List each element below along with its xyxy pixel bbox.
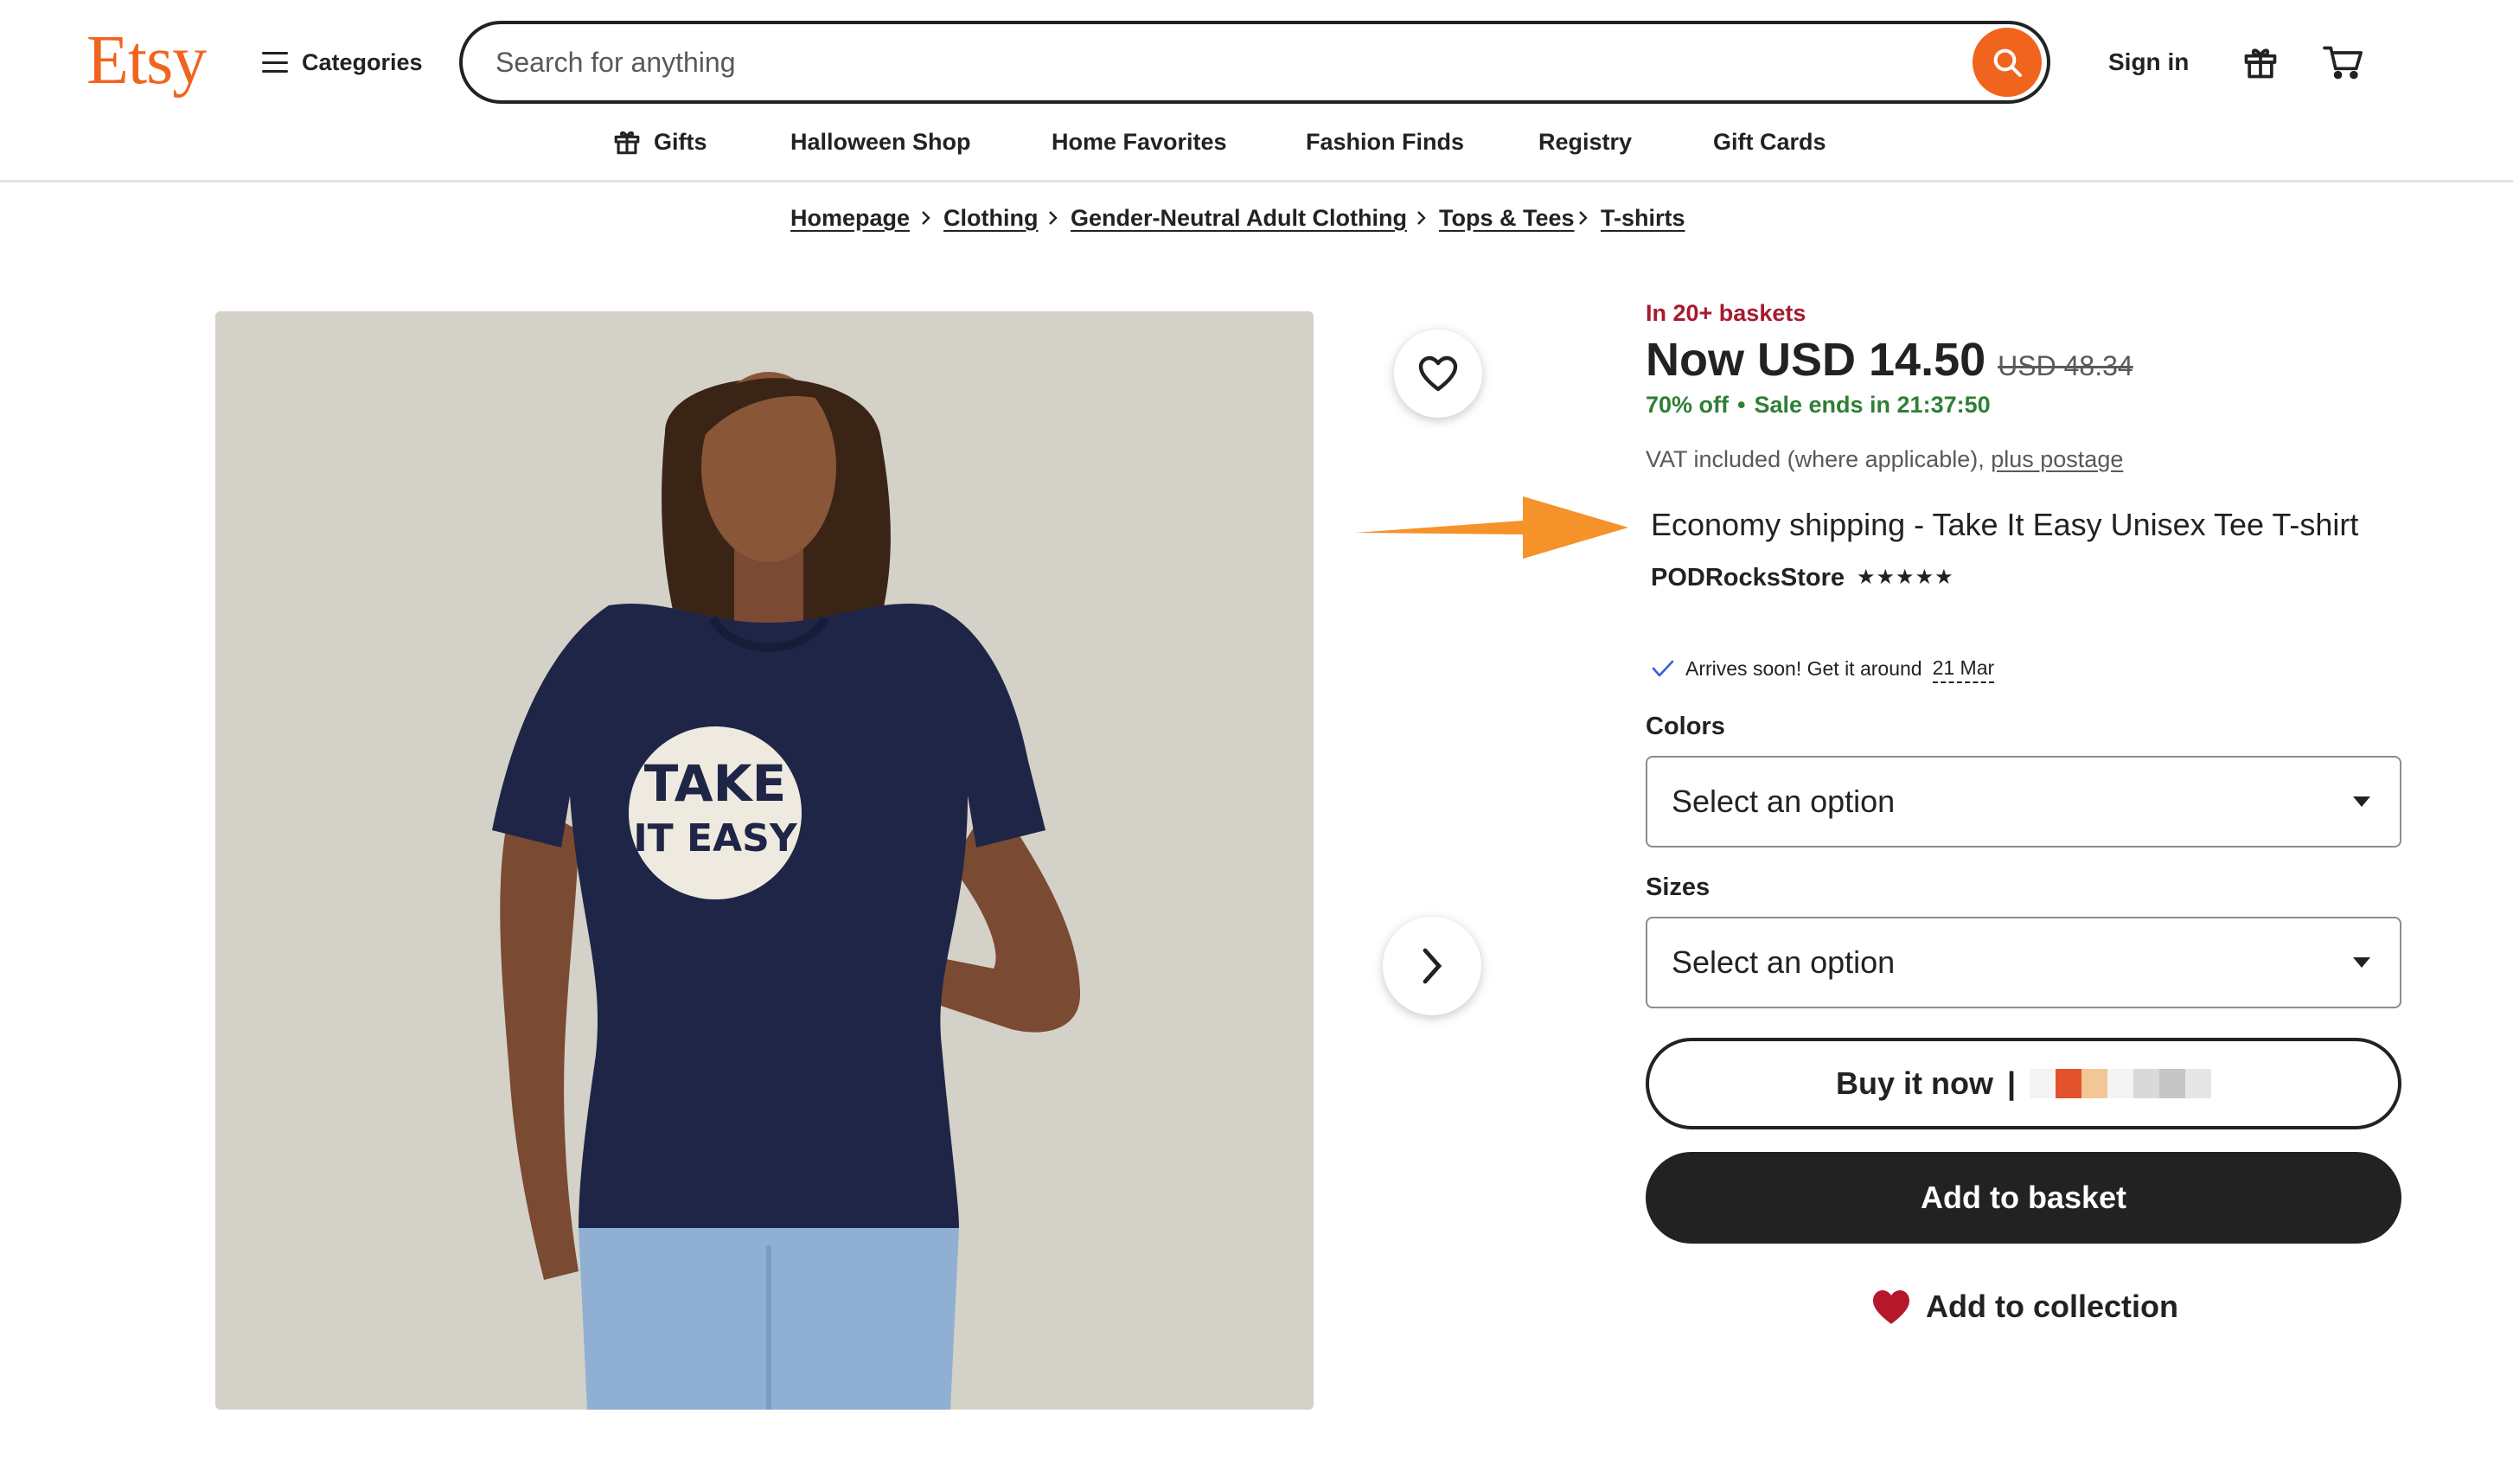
shop-name-link[interactable]: PODRocksStore [1651, 560, 1845, 595]
search-bar [459, 21, 2050, 104]
breadcrumb-t-shirts[interactable]: T-shirts [1601, 201, 1685, 235]
add-to-collection-label: Add to collection [1926, 1289, 2178, 1324]
baskets-badge: In 20+ baskets [1646, 300, 1806, 326]
categories-label: Categories [302, 48, 423, 75]
vat-note: VAT included (where applicable), plus po… [1646, 444, 2123, 475]
subnav-label: Gifts [654, 128, 707, 155]
rating-stars[interactable]: ★★★★★ [1857, 560, 1954, 595]
arrives-date[interactable]: 21 Mar [1932, 654, 1995, 683]
buy-now-separator: | [2006, 1065, 2017, 1101]
model-tshirt-illustration: TAKE IT EASY [215, 311, 1314, 1410]
breadcrumb-clothing[interactable]: Clothing [943, 201, 1038, 235]
sizes-label: Sizes [1646, 873, 1711, 901]
search-button[interactable] [1973, 28, 2042, 97]
colors-label: Colors [1646, 713, 1725, 740]
plus-postage-link[interactable]: plus postage [1991, 446, 2123, 472]
sale-info: 70% off • Sale ends in 21:37:50 [1646, 389, 1991, 420]
chevron-right-icon [1049, 211, 1058, 225]
favorite-button[interactable] [1394, 329, 1482, 418]
sizes-select[interactable]: Select an option [1646, 917, 2401, 1008]
breadcrumb: Homepage Clothing Gender-Neutral Adult C… [0, 201, 2513, 235]
sale-countdown: Sale ends in 21:37:50 [1754, 392, 1991, 418]
gift-icon [614, 131, 640, 155]
subnav-item-gifts[interactable]: Gifts [612, 121, 707, 163]
arrives-text: Arrives soon! Get it around [1685, 657, 1922, 680]
product-title: Economy shipping - Take It Easy Unisex T… [1651, 507, 2359, 542]
subnav-item-gift-cards[interactable]: Gift Cards [1713, 121, 1826, 163]
subnav-item-fashion-finds[interactable]: Fashion Finds [1306, 121, 1464, 163]
subnav-item-halloween-shop[interactable]: Halloween Shop [790, 121, 971, 163]
shop-info: PODRocksStore ★★★★★ [1651, 560, 1954, 595]
chevron-right-icon [1417, 211, 1426, 225]
buy-it-now-button[interactable]: Buy it now | [1646, 1038, 2401, 1129]
separator-dot: • [1737, 392, 1746, 418]
heart-outline-icon [1418, 355, 1458, 392]
delivery-estimate: Arrives soon! Get it around 21 Mar [1651, 654, 1995, 683]
etsy-logo[interactable]: Etsy [86, 19, 207, 102]
annotation-arrow-icon [1355, 496, 1628, 559]
dropdown-caret-icon [2353, 957, 2370, 968]
header-divider [0, 180, 2513, 182]
original-price: USD 48.34 [1998, 350, 2133, 381]
product-image[interactable]: TAKE IT EASY [215, 311, 1314, 1410]
add-to-collection-button[interactable]: Add to collection [1870, 1285, 2178, 1328]
vat-text: VAT included (where applicable), [1646, 446, 1985, 472]
breadcrumb-homepage[interactable]: Homepage [790, 201, 910, 235]
sizes-select-value: Select an option [1672, 944, 1896, 980]
sign-in-link[interactable]: Sign in [2108, 45, 2189, 80]
chevron-right-icon [922, 211, 930, 225]
subnav-item-registry[interactable]: Registry [1538, 121, 1632, 163]
breadcrumb-tops-tees[interactable]: Tops & Tees [1439, 201, 1575, 235]
heart-filled-icon [1873, 1290, 1909, 1324]
price-row: Now USD 14.50 USD 48.34 [1646, 329, 2133, 391]
colors-select[interactable]: Select an option [1646, 756, 2401, 848]
breadcrumb-gender-neutral[interactable]: Gender-Neutral Adult Clothing [1071, 201, 1407, 235]
menu-icon [262, 52, 288, 73]
categories-button[interactable]: Categories [262, 43, 423, 81]
sale-price: Now USD 14.50 [1646, 334, 1986, 386]
svg-text:TAKE: TAKE [644, 754, 787, 813]
colors-select-value: Select an option [1672, 784, 1896, 819]
discount-percent: 70% off [1646, 392, 1730, 418]
cart-icon[interactable] [2318, 36, 2369, 88]
add-to-basket-button[interactable]: Add to basket [1646, 1152, 2401, 1244]
chevron-right-icon [1423, 948, 1442, 984]
search-icon [1993, 48, 2022, 77]
payment-method-icon [2030, 1069, 2212, 1098]
dropdown-caret-icon [2353, 796, 2370, 807]
gift-icon[interactable] [2235, 36, 2286, 88]
check-icon [1652, 660, 1674, 677]
chevron-right-icon [1579, 211, 1588, 225]
next-image-button[interactable] [1383, 917, 1481, 1015]
buy-it-now-label: Buy it now [1835, 1065, 1993, 1101]
subnav-item-home-favorites[interactable]: Home Favorites [1052, 121, 1227, 163]
svg-text:IT EASY: IT EASY [633, 816, 798, 860]
category-subnav: Gifts Halloween Shop Home Favorites Fash… [0, 121, 2513, 163]
search-input[interactable] [463, 24, 1973, 100]
